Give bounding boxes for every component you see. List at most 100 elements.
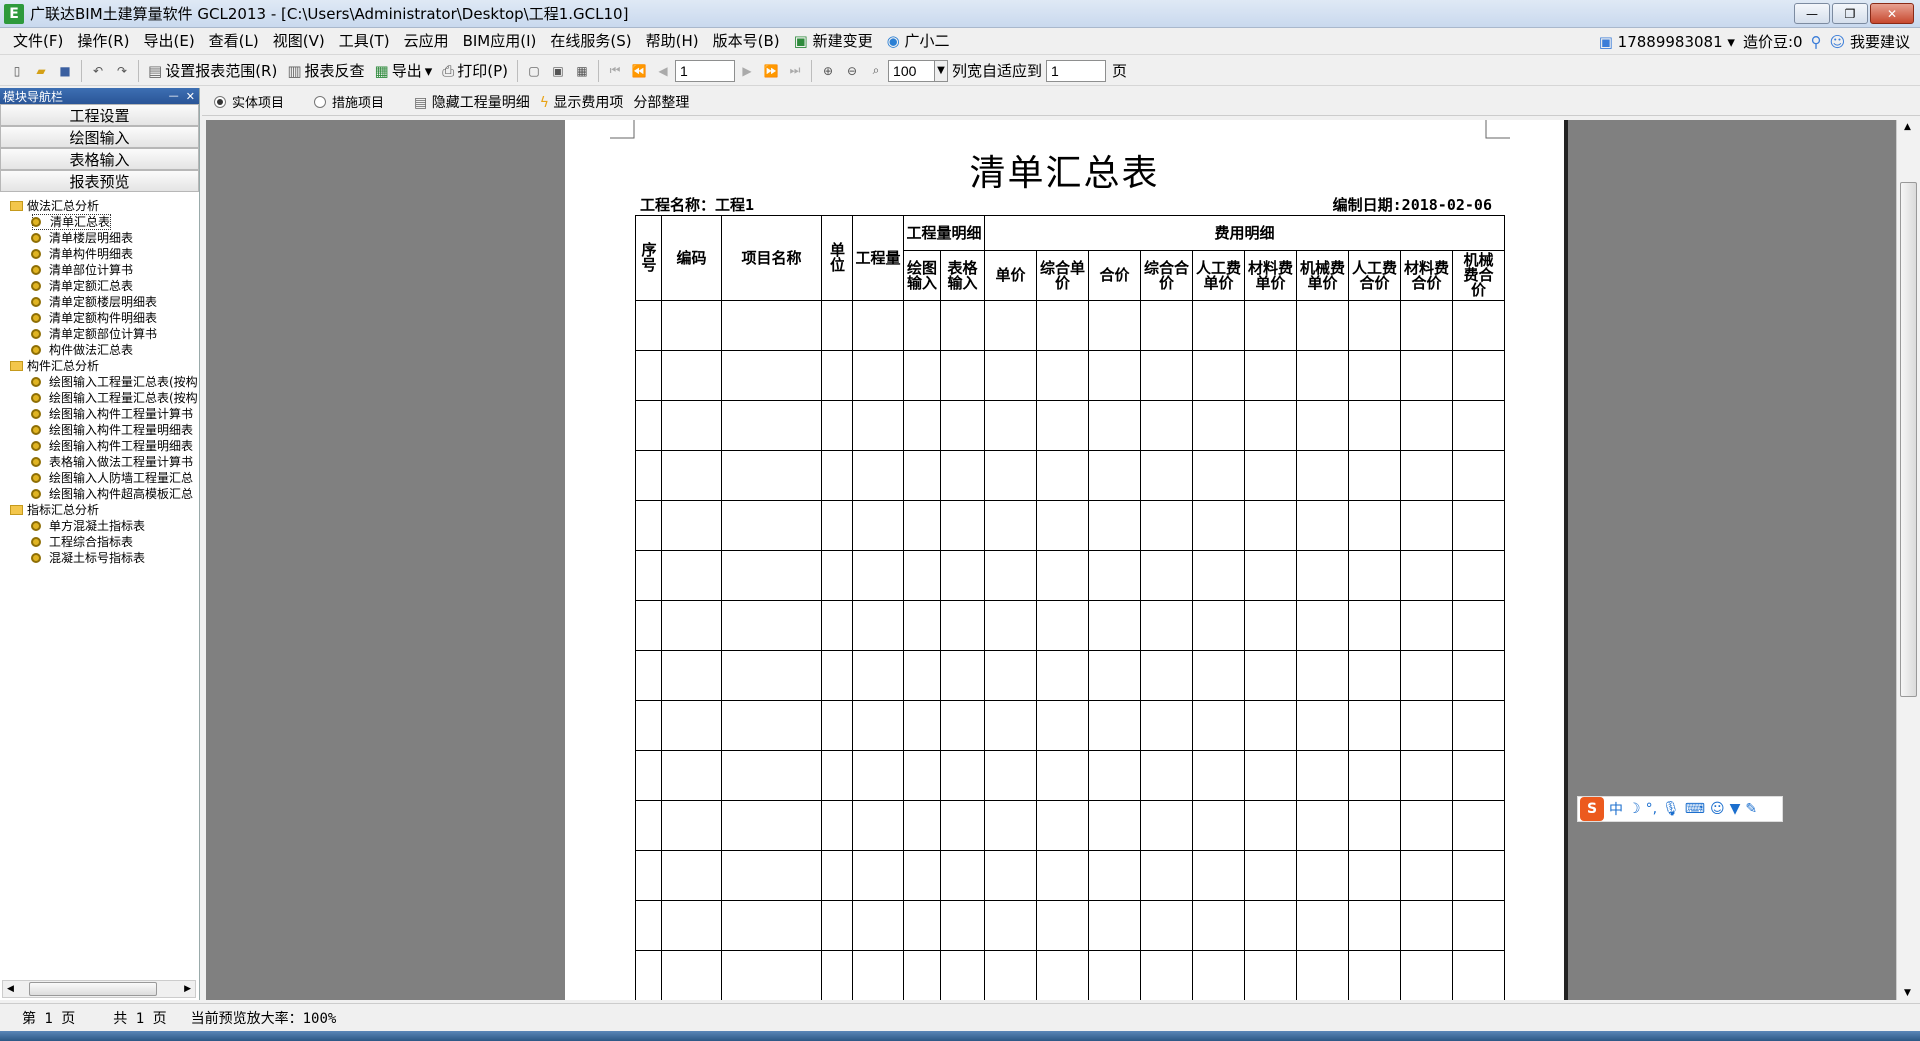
search-icon[interactable]: ⌕ (867, 62, 885, 80)
first-page-icon[interactable]: ⏮ (606, 62, 624, 80)
tree-group[interactable]: 做法汇总分析 (0, 198, 198, 214)
minimize-button[interactable]: — (1794, 3, 1830, 24)
hide-detail-button[interactable]: ▤ 隐藏工程量明细 (414, 92, 530, 112)
scroll-right-icon[interactable]: ▶ (184, 984, 191, 994)
wrench-icon[interactable]: ✎ (1745, 801, 1757, 817)
show-fee-button[interactable]: ϟ 显示费用项 (540, 92, 624, 112)
tree-item[interactable]: 清单定额构件明细表 (0, 310, 198, 326)
print-button[interactable]: ⎙ 打印(P) (437, 58, 513, 84)
sidebar-horizontal-scrollbar[interactable]: ◀ ▶ (2, 980, 196, 998)
menu-cloud[interactable]: 云应用 (397, 28, 456, 55)
tree-item[interactable]: 混凝土标号指标表 (0, 550, 198, 566)
export-button[interactable]: ▦ 导出 ▾ (370, 58, 438, 84)
tree-item[interactable]: 绘图输入工程量汇总表(按构 (0, 374, 198, 390)
tree-item[interactable]: 表格输入做法工程量计算书 (0, 454, 198, 470)
undo-icon[interactable]: ↶ (89, 62, 107, 80)
tree-item[interactable]: 单方混凝土指标表 (0, 518, 198, 534)
page-number-input[interactable] (675, 59, 736, 82)
single-page-icon[interactable]: ▢ (525, 62, 543, 80)
open-folder-icon[interactable]: ▰ (32, 62, 50, 80)
sort-section-button[interactable]: 分部整理 (633, 92, 689, 112)
tree-item[interactable]: 构件做法汇总表 (0, 342, 198, 358)
menu-assistant[interactable]: ◉ 广小二 (880, 28, 957, 55)
punctuation-icon[interactable]: °, (1646, 801, 1657, 817)
moon-icon[interactable]: ☽ (1628, 801, 1641, 817)
pin-icon[interactable]: ᅳ (169, 90, 179, 103)
menu-view-l[interactable]: 查看(L) (202, 28, 266, 55)
scroll-up-icon[interactable]: ▲ (1904, 122, 1911, 132)
radio-entity[interactable]: 实体项目 (202, 92, 284, 111)
save-icon[interactable]: ■ (56, 62, 74, 80)
user-account[interactable]: ▣ 17889983081 ▾ (1599, 33, 1735, 51)
menu-bim[interactable]: BIM应用(I) (456, 28, 544, 55)
menu-online[interactable]: 在线服务(S) (543, 28, 638, 55)
zoom-out-icon[interactable]: ⊖ (843, 62, 861, 80)
tree-item[interactable]: 清单汇总表 (0, 214, 198, 230)
next-fast-icon[interactable]: ⏩ (762, 62, 780, 80)
tree-item[interactable]: 绘图输入人防墙工程量汇总 (0, 470, 198, 486)
scroll-down-icon[interactable]: ▼ (1904, 988, 1911, 998)
tree-item[interactable]: 绘图输入工程量汇总表(按构 (0, 390, 198, 406)
fit-pages-input[interactable] (1046, 59, 1107, 82)
menu-operation[interactable]: 操作(R) (70, 28, 136, 55)
tree-item[interactable]: 清单部位计算书 (0, 262, 198, 278)
microphone-icon[interactable]: 🎙︎ (1662, 801, 1680, 817)
scroll-thumb[interactable] (1900, 182, 1917, 697)
new-file-icon[interactable]: ▯ (8, 62, 26, 80)
close-button[interactable]: ✕ (1870, 3, 1914, 24)
skin-icon[interactable]: ▼ (1730, 801, 1741, 817)
cost-beans[interactable]: 造价豆:0 (1743, 31, 1803, 52)
keyboard-icon[interactable]: ⌨ (1685, 801, 1705, 817)
next-page-icon[interactable]: ▶ (738, 62, 756, 80)
ime-mode[interactable]: 中 (1609, 799, 1623, 819)
last-page-icon[interactable]: ⏭ (786, 62, 804, 80)
nav-report-preview[interactable]: 报表预览 (0, 170, 199, 192)
scroll-left-icon[interactable]: ◀ (7, 984, 14, 994)
tree-item[interactable]: 绘图输入构件工程量明细表 (0, 422, 198, 438)
tree-group[interactable]: 指标汇总分析 (0, 502, 198, 518)
menu-file[interactable]: 文件(F) (6, 28, 70, 55)
menu-version[interactable]: 版本号(B) (706, 28, 787, 55)
suggest-link[interactable]: ☺ 我要建议 (1830, 31, 1910, 52)
toolbar: ▯ ▰ ■ ↶ ↷ ▤ 设置报表范围(R) ▥ 报表反查 ▦ 导出 ▾ ⎙ 打印(P) ▢… (0, 56, 1920, 86)
menu-help[interactable]: 帮助(H) (639, 28, 706, 55)
close-icon[interactable]: ✕ (186, 90, 195, 103)
table-cell (1348, 800, 1401, 851)
pin-icon[interactable]: ⚲ (1811, 33, 1822, 51)
tree-item[interactable]: 清单定额部位计算书 (0, 326, 198, 342)
tree-item[interactable]: 清单构件明细表 (0, 246, 198, 262)
prev-fast-icon[interactable]: ⏪ (630, 62, 648, 80)
tree-group[interactable]: 构件汇总分析 (0, 358, 198, 374)
user-icon[interactable]: ☺ (1710, 801, 1725, 817)
multi-page-icon[interactable]: ▦ (573, 62, 591, 80)
prev-page-icon[interactable]: ◀ (654, 62, 672, 80)
restore-button[interactable]: ❐ (1832, 3, 1868, 24)
radio-measure[interactable]: 措施项目 (302, 92, 384, 111)
scroll-thumb[interactable] (29, 982, 157, 996)
tree-item[interactable]: 工程综合指标表 (0, 534, 198, 550)
nav-project-settings[interactable]: 工程设置 (0, 104, 199, 126)
menu-new-change[interactable]: ▣ 新建变更 (787, 28, 880, 55)
preview-vertical-scrollbar[interactable]: ▲ ▼ (1896, 120, 1920, 1000)
zoom-dropdown-icon[interactable]: ▼ (934, 59, 949, 82)
menu-export[interactable]: 导出(E) (136, 28, 201, 55)
ime-toolbar[interactable]: S 中 ☽ °, 🎙︎ ⌨ ☺ ▼ ✎ (1577, 796, 1783, 822)
tree-item[interactable]: 清单楼层明细表 (0, 230, 198, 246)
menu-tools[interactable]: 工具(T) (332, 28, 397, 55)
table-cell (821, 550, 853, 601)
report-check-button[interactable]: ▥ 报表反查 (282, 58, 369, 84)
two-page-icon[interactable]: ▣ (549, 62, 567, 80)
zoom-in-icon[interactable]: ⊕ (819, 62, 837, 80)
set-report-range-button[interactable]: ▤ 设置报表范围(R) (143, 58, 282, 84)
tree-item[interactable]: 清单定额汇总表 (0, 278, 198, 294)
table-cell (1192, 700, 1245, 751)
nav-drawing-input[interactable]: 绘图输入 (0, 126, 199, 148)
menu-view[interactable]: 视图(V) (266, 28, 332, 55)
tree-item[interactable]: 清单定额楼层明细表 (0, 294, 198, 310)
redo-icon[interactable]: ↷ (113, 62, 131, 80)
nav-table-input[interactable]: 表格输入 (0, 148, 199, 170)
tree-item[interactable]: 绘图输入构件超高模板汇总 (0, 486, 198, 502)
zoom-input[interactable] (888, 59, 935, 82)
tree-item[interactable]: 绘图输入构件工程量计算书 (0, 406, 198, 422)
tree-item[interactable]: 绘图输入构件工程量明细表 (0, 438, 198, 454)
